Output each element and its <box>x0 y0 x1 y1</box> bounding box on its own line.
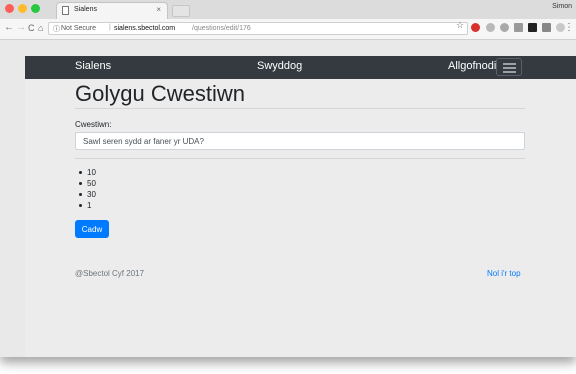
navbar-toggler-button[interactable] <box>496 58 522 76</box>
page-title: Golygu Cwestiwn <box>75 81 245 106</box>
extension-icon[interactable] <box>542 23 551 32</box>
tab-title: Sialens <box>74 6 97 13</box>
browser-tab[interactable]: Sialens × <box>56 2 168 19</box>
profile-name[interactable]: Simon <box>552 3 572 10</box>
nav-link-logout[interactable]: Allgofnodi <box>448 60 496 72</box>
footer-copyright: @Sbectol Cyf 2017 <box>75 269 145 278</box>
answer-item: 50 <box>75 178 96 189</box>
security-label: Not Secure <box>61 24 97 32</box>
url-domain: sialens.sbectol.com <box>114 24 176 32</box>
home-icon[interactable]: ⌂ <box>38 22 43 34</box>
site-navbar: Sialens Swyddog Allgofnodi <box>25 56 576 79</box>
minimize-window-button[interactable] <box>18 4 27 13</box>
nav-link-swyddog[interactable]: Swyddog <box>257 60 302 72</box>
maximize-window-button[interactable] <box>31 4 40 13</box>
hamburger-icon <box>503 71 516 73</box>
cast-icon[interactable] <box>514 23 523 32</box>
question-label: Cwestiwn: <box>75 120 112 129</box>
answer-item: 10 <box>75 167 96 178</box>
page-icon <box>62 6 69 15</box>
page-content: Golygu Cwestiwn Cwestiwn: 10 50 30 1 Cad… <box>25 79 576 357</box>
forward-arrow-icon[interactable]: → <box>16 22 26 34</box>
url-path: /questions/edit/176 <box>192 24 251 32</box>
hamburger-icon <box>503 63 516 65</box>
answer-item: 30 <box>75 189 96 200</box>
browser-window: Sialens × Simon ← → C ⌂ ⓘ Not Secure | s… <box>0 0 576 357</box>
extension-icon[interactable] <box>500 23 509 32</box>
stop-extension-icon[interactable] <box>471 23 480 32</box>
info-icon[interactable]: ⓘ <box>53 24 60 34</box>
hamburger-icon <box>503 67 516 69</box>
divider <box>75 158 525 159</box>
navbar-brand[interactable]: Sialens <box>75 60 111 72</box>
bookmark-star-icon[interactable]: ☆ <box>456 20 464 31</box>
reload-icon[interactable]: C <box>28 22 35 34</box>
divider <box>75 108 525 109</box>
back-arrow-icon[interactable]: ← <box>4 22 14 34</box>
browser-menu-icon[interactable]: ⋮ <box>564 22 574 33</box>
tools-extension-icon[interactable] <box>528 23 537 32</box>
tab-strip: Sialens × Simon <box>0 0 576 20</box>
browser-toolbar: ← → C ⌂ ⓘ Not Secure | sialens.sbectol.c… <box>0 19 576 40</box>
extension-icon[interactable] <box>486 23 495 32</box>
save-button[interactable]: Cadw <box>75 220 109 238</box>
answers-list: 10 50 30 1 <box>75 167 96 211</box>
url-separator: | <box>109 24 111 31</box>
new-tab-button[interactable] <box>172 5 190 17</box>
back-to-top-link[interactable]: Nol i'r top <box>487 269 521 278</box>
answer-item: 1 <box>75 200 96 211</box>
question-input[interactable] <box>75 132 525 150</box>
address-bar[interactable]: ⓘ Not Secure | sialens.sbectol.com /ques… <box>48 22 468 35</box>
close-window-button[interactable] <box>5 4 14 13</box>
tab-close-icon[interactable]: × <box>156 5 161 14</box>
